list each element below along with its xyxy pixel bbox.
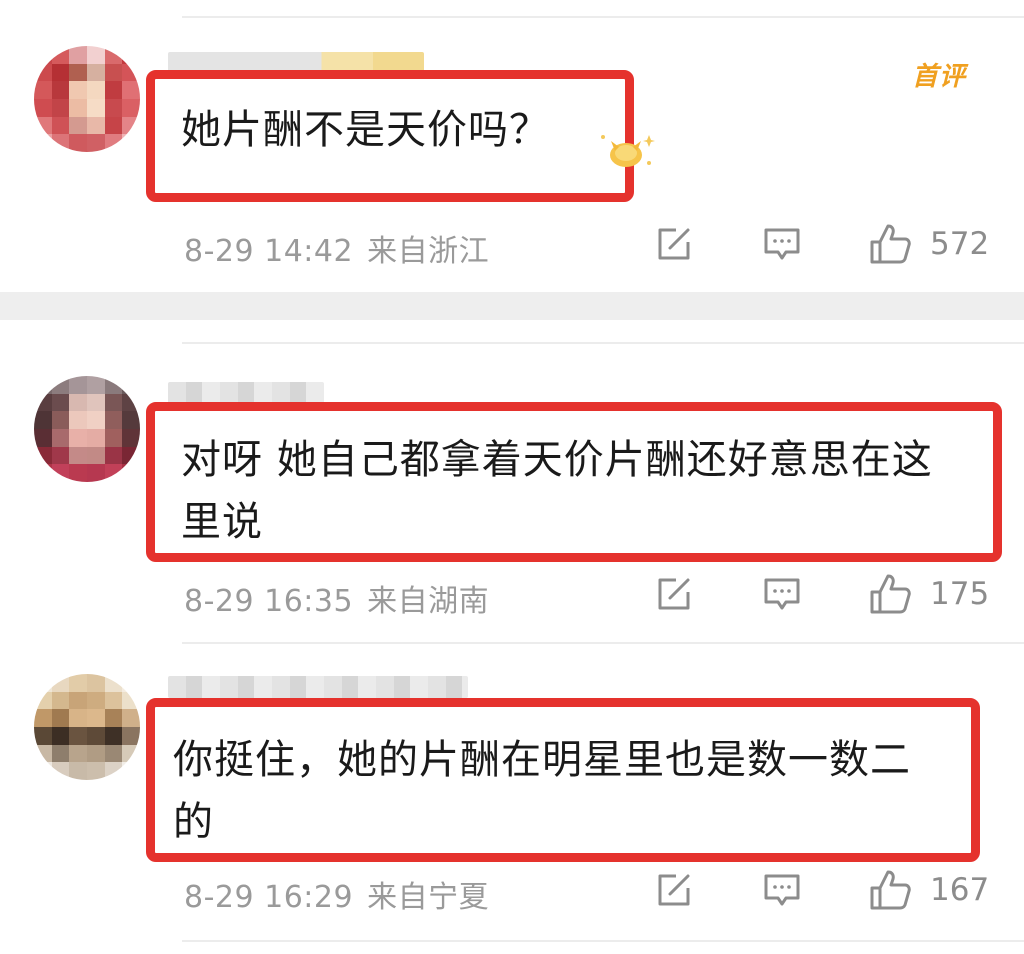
section-divider — [0, 292, 1024, 320]
comment-text: 对呀 她自己都拿着天价片酬还好意思在这里说 — [181, 437, 933, 545]
comment-location: 来自浙江 — [367, 234, 490, 269]
comment-icon[interactable] — [762, 224, 802, 264]
share-icon[interactable] — [654, 224, 694, 264]
username[interactable] — [168, 676, 468, 698]
comment-icon[interactable] — [762, 870, 802, 910]
divider — [182, 16, 1024, 18]
comment-list: 首评 她片酬不是天价吗？ 8-29 14:42 来自浙江 572 对呀 她自己都… — [0, 0, 1024, 954]
divider — [182, 642, 1024, 644]
share-icon[interactable] — [654, 574, 694, 614]
comment-time: 8-29 16:29 — [184, 880, 354, 915]
thumbs-up-icon[interactable] — [868, 572, 912, 616]
thumbs-up-icon[interactable] — [868, 222, 912, 266]
avatar[interactable] — [34, 674, 140, 780]
comment-meta: 8-29 14:42 来自浙江 — [184, 226, 489, 270]
comment-bubble: 她片酬不是天价吗？ — [146, 70, 655, 202]
divider — [182, 342, 1024, 344]
comment-bubble: 对呀 她自己都拿着天价片酬还好意思在这里说 — [146, 402, 1002, 562]
avatar[interactable] — [34, 376, 140, 482]
comment-location: 来自湖南 — [367, 584, 490, 619]
comment-time: 8-29 16:35 — [184, 584, 354, 619]
comment-icon[interactable] — [762, 574, 802, 614]
comment-meta: 8-29 16:29 来自宁夏 — [184, 872, 489, 916]
thumbs-up-icon[interactable] — [868, 868, 912, 912]
first-comment-badge: 首评 — [912, 62, 967, 92]
avatar[interactable] — [34, 46, 140, 152]
comment-time: 8-29 14:42 — [184, 234, 354, 269]
username[interactable] — [168, 382, 324, 404]
comment-text: 她片酬不是天价吗？ — [181, 107, 550, 153]
comment-text: 你挺住，她的片酬在明星里也是数一数二的 — [173, 737, 911, 845]
comment-meta: 8-29 16:35 来自湖南 — [184, 576, 489, 620]
like-count: 175 — [930, 576, 990, 612]
like-count: 167 — [930, 872, 990, 908]
comment-bubble: 你挺住，她的片酬在明星里也是数一数二的 — [146, 698, 980, 862]
trophy-icon — [601, 135, 655, 167]
like-count: 572 — [930, 226, 990, 262]
divider — [182, 940, 1024, 942]
share-icon[interactable] — [654, 870, 694, 910]
comment-location: 来自宁夏 — [367, 880, 490, 915]
